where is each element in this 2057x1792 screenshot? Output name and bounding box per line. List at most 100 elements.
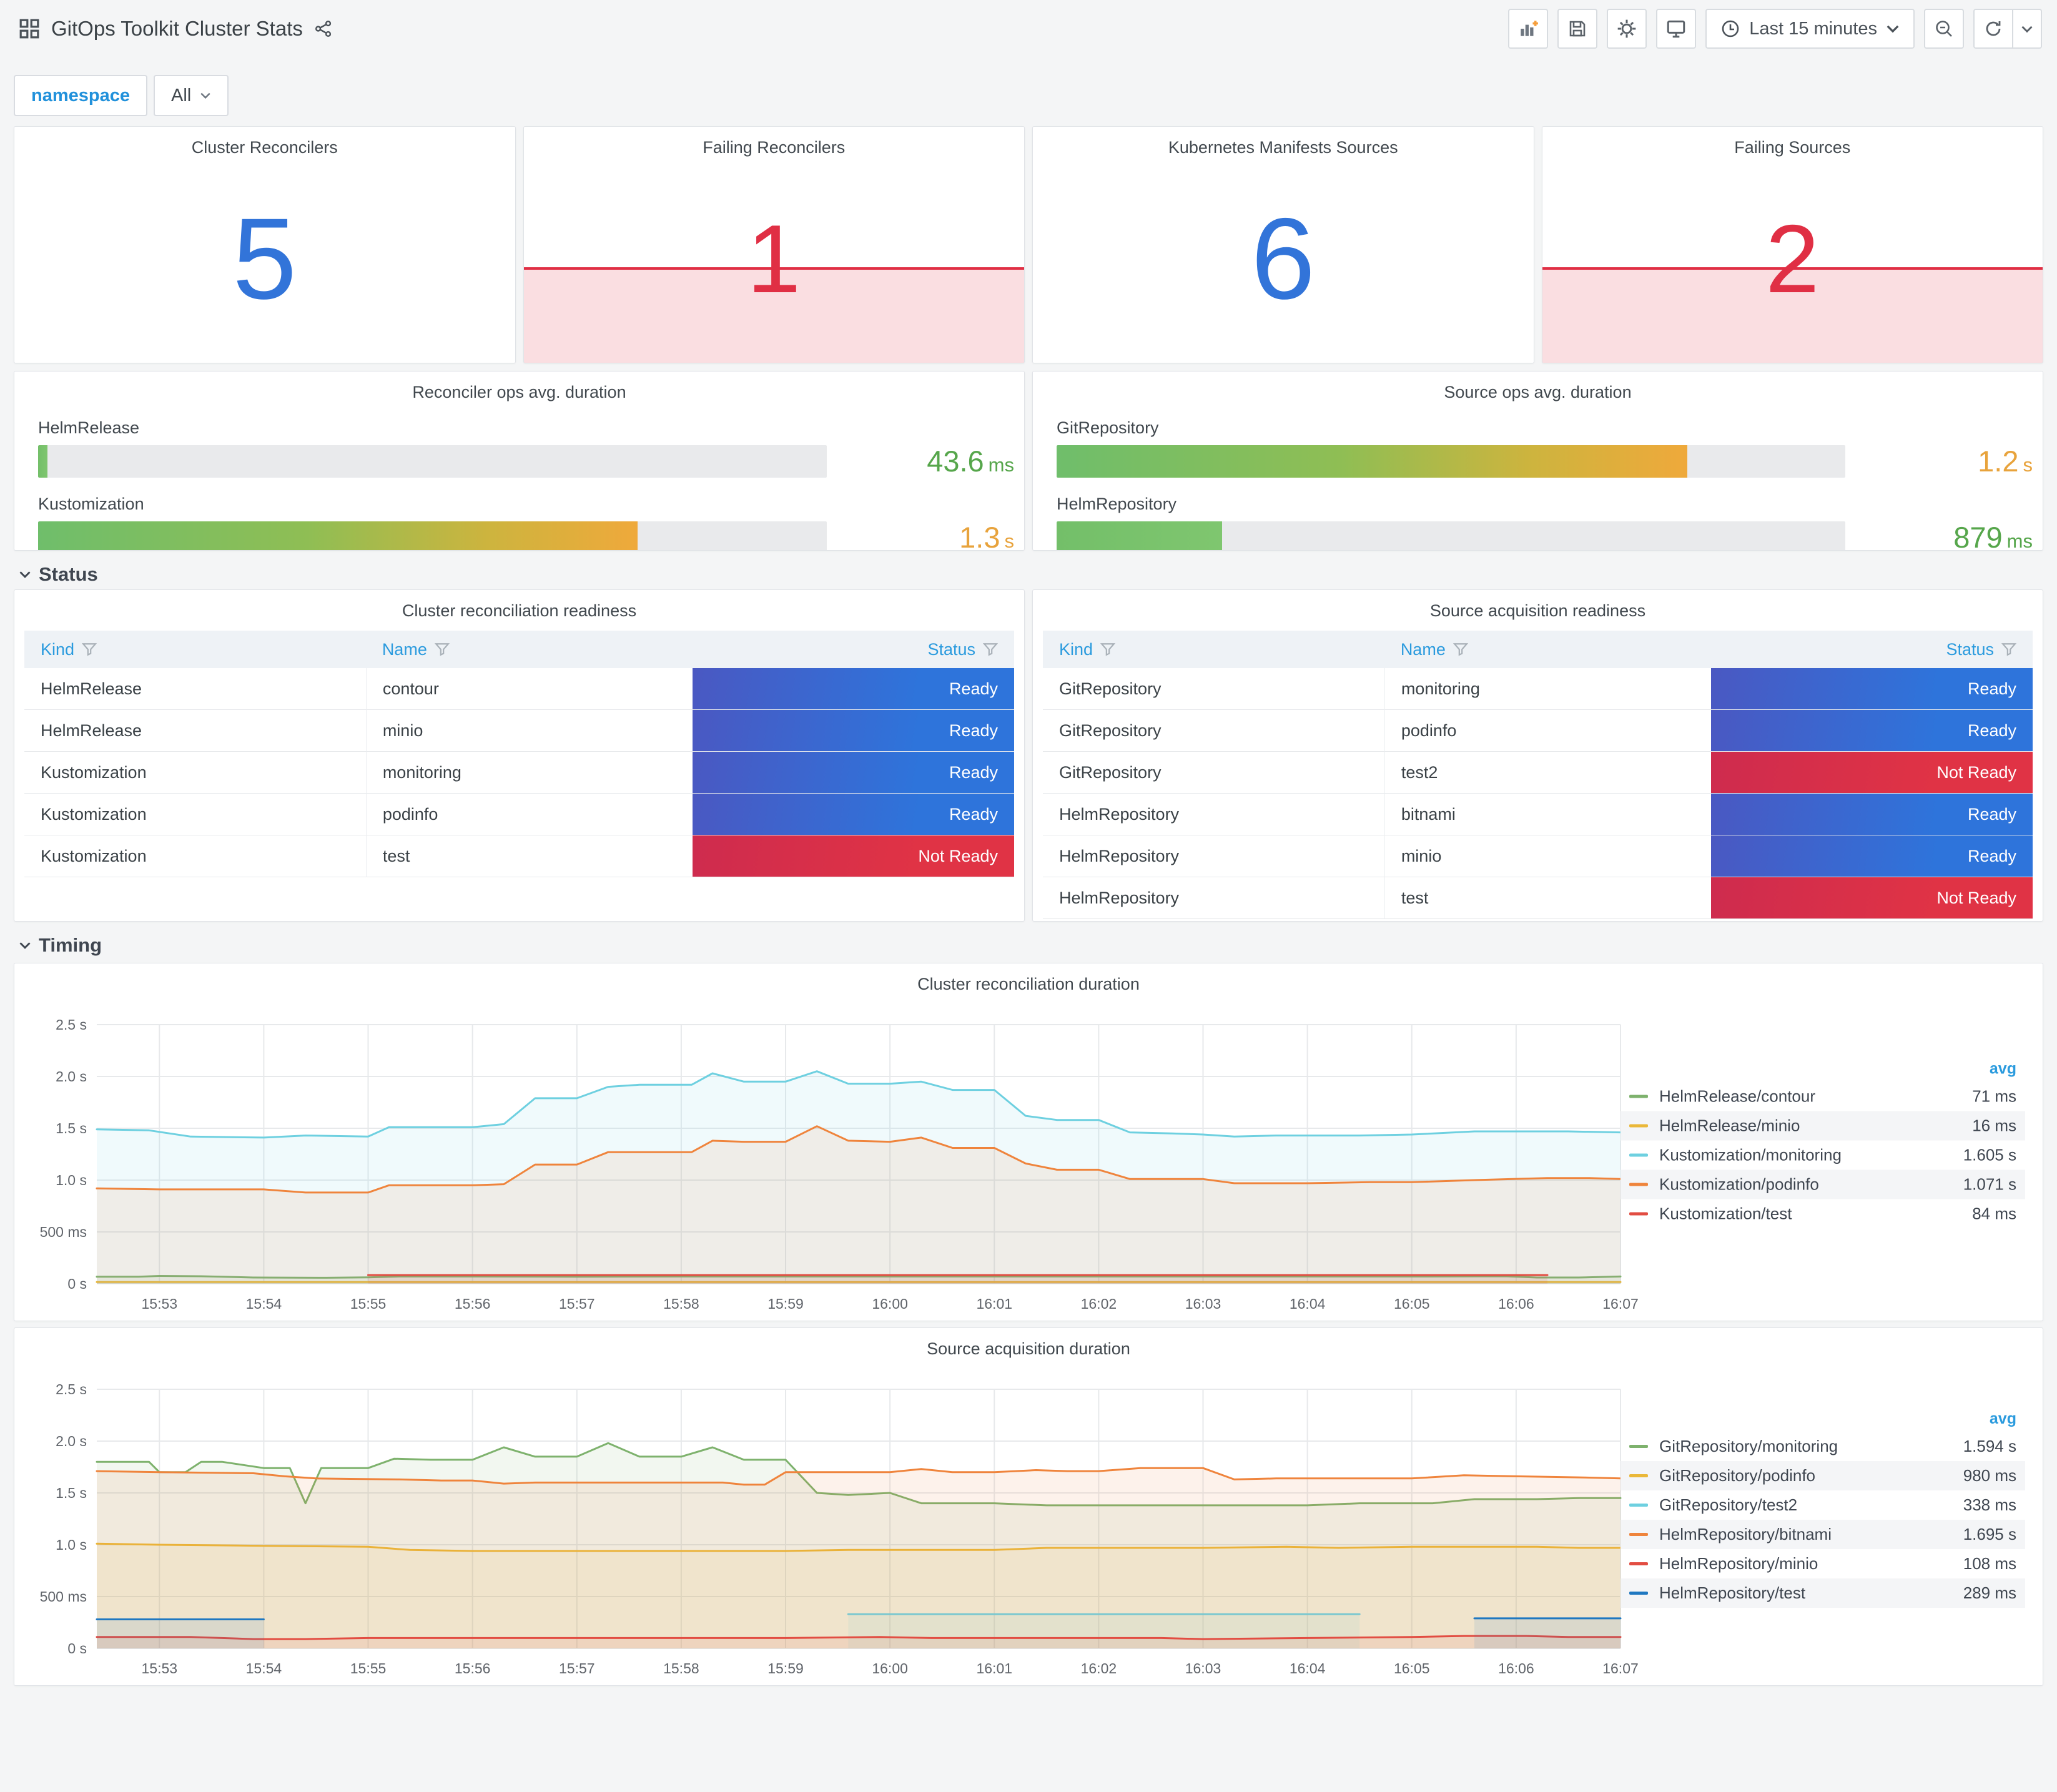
stat-panel-kubernetes-manifests-sources: Kubernetes Manifests Sources 6 — [1032, 126, 1534, 363]
legend-series-name[interactable]: Kustomization/test — [1659, 1204, 1972, 1224]
panel-title[interactable]: Source acquisition duration — [14, 1328, 2043, 1359]
svg-text:2.0 s: 2.0 s — [56, 1433, 87, 1449]
legend-series-avg: 108 ms — [1963, 1554, 2016, 1573]
legend-avg-header[interactable]: avg — [1620, 1056, 2025, 1082]
legend-series-color — [1629, 1562, 1648, 1565]
column-header-status[interactable]: Status — [1710, 631, 2033, 668]
gauge-row-kustomization: Kustomization 1.3 s — [38, 495, 1014, 550]
svg-text:15:56: 15:56 — [455, 1296, 491, 1312]
legend-series-color — [1629, 1212, 1648, 1216]
legend-item-helmrepository-bitnami[interactable]: HelmRepository/bitnami 1.695 s — [1620, 1520, 2025, 1549]
legend-series-avg: 71 ms — [1972, 1086, 2016, 1106]
svg-text:16:07: 16:07 — [1602, 1660, 1638, 1676]
svg-text:2.0 s: 2.0 s — [56, 1068, 87, 1085]
legend-item-kustomization-test[interactable]: Kustomization/test 84 ms — [1620, 1199, 2025, 1229]
svg-text:16:01: 16:01 — [976, 1660, 1012, 1676]
column-header-name[interactable]: Name — [1384, 631, 1711, 668]
column-header-name[interactable]: Name — [365, 631, 693, 668]
filter-funnel-icon[interactable] — [82, 642, 97, 657]
legend-item-gitrepository-monitoring[interactable]: GitRepository/monitoring 1.594 s — [1620, 1432, 2025, 1461]
panel-title[interactable]: Failing Reconcilers — [524, 127, 1025, 157]
panel-title[interactable]: Cluster reconciliation duration — [14, 963, 2043, 994]
cell-name: monitoring — [1384, 668, 1711, 710]
panel-title[interactable]: Source acquisition readiness — [1033, 590, 2043, 621]
gauge-panel-reconciler-ops-avg-duration: Reconciler ops avg. duration HelmRelease 4… — [14, 371, 1025, 551]
svg-text:500 ms: 500 ms — [40, 1588, 87, 1605]
legend-series-name[interactable]: GitRepository/monitoring — [1659, 1437, 1963, 1456]
chart-plot-area[interactable]: 0 s 500 ms 1.0 s 1.5 s 2.0 s 2.5 s 15:53 15:54 1… — [14, 963, 1638, 1321]
refresh-interval-button[interactable] — [2013, 9, 2042, 49]
cell-kind: HelmRepository — [1043, 877, 1384, 919]
gauge-label: HelmRelease — [38, 418, 140, 437]
legend-series-name[interactable]: HelmRepository/minio — [1659, 1554, 1963, 1573]
variable-namespace-label[interactable]: namespace — [14, 75, 147, 116]
cycle-view-button[interactable] — [1656, 9, 1697, 49]
gauge-fill — [38, 521, 638, 550]
section-status-label: Status — [39, 563, 98, 585]
column-header-kind[interactable]: Kind — [24, 631, 366, 668]
save-dashboard-button[interactable] — [1557, 9, 1598, 49]
svg-text:15:56: 15:56 — [455, 1660, 491, 1676]
legend-series-avg: 338 ms — [1963, 1495, 2016, 1514]
chevron-down-icon — [200, 92, 210, 99]
gauge-value: 879 ms — [1953, 521, 2033, 551]
legend-series-avg: 16 ms — [1972, 1116, 2016, 1135]
stats-row: Cluster Reconcilers 5 Failing Reconcilers 1… — [14, 126, 2043, 363]
legend-series-name[interactable]: GitRepository/test2 — [1659, 1495, 1963, 1515]
panel-title[interactable]: Kubernetes Manifests Sources — [1033, 127, 1534, 157]
cell-name: podinfo — [1384, 710, 1711, 752]
legend-item-gitrepository-podinfo[interactable]: GitRepository/podinfo 980 ms — [1620, 1461, 2025, 1490]
variable-namespace-value[interactable]: All — [154, 75, 229, 116]
stat-panel-failing-reconcilers: Failing Reconcilers 1 — [523, 126, 1025, 363]
filter-funnel-icon[interactable] — [1100, 642, 1116, 657]
legend-item-gitrepository-test2[interactable]: GitRepository/test2 338 ms — [1620, 1490, 2025, 1520]
cell-kind: GitRepository — [1043, 752, 1384, 794]
refresh-button[interactable] — [1973, 9, 2013, 49]
panel-title[interactable]: Reconciler ops avg. duration — [14, 372, 1024, 402]
panel-title[interactable]: Source ops avg. duration — [1033, 372, 2043, 402]
legend-series-avg: 1.071 s — [1963, 1174, 2016, 1194]
legend-series-name[interactable]: GitRepository/podinfo — [1659, 1466, 1963, 1485]
svg-text:16:05: 16:05 — [1394, 1660, 1430, 1676]
svg-text:1.0 s: 1.0 s — [56, 1537, 87, 1553]
chart-plot-area[interactable]: 0 s 500 ms 1.0 s 1.5 s 2.0 s 2.5 s 15:53 15:54 1… — [14, 1328, 1638, 1686]
panel-title[interactable]: Cluster Reconcilers — [14, 127, 515, 157]
section-timing[interactable]: Timing — [19, 934, 2043, 957]
filter-funnel-icon[interactable] — [982, 642, 998, 657]
column-header-status[interactable]: Status — [692, 631, 1014, 668]
panel-title[interactable]: Cluster reconciliation readiness — [14, 590, 1024, 621]
section-status[interactable]: Status — [19, 563, 2043, 586]
legend-series-name[interactable]: HelmRelease/contour — [1659, 1087, 1972, 1106]
filter-funnel-icon[interactable] — [434, 642, 450, 657]
chevron-down-icon — [19, 571, 31, 578]
share-icon[interactable] — [314, 19, 333, 38]
cell-name: bitnami — [1384, 794, 1711, 835]
cell-status: Ready — [1710, 835, 2033, 877]
panel-title[interactable]: Failing Sources — [1542, 127, 2043, 157]
filter-funnel-icon[interactable] — [2001, 642, 2016, 657]
legend-series-name[interactable]: HelmRelease/minio — [1659, 1116, 1972, 1136]
svg-text:16:02: 16:02 — [1081, 1660, 1117, 1676]
legend-item-helmrepository-minio[interactable]: HelmRepository/minio 108 ms — [1620, 1549, 2025, 1578]
dashboard-settings-button[interactable] — [1607, 9, 1647, 49]
filter-funnel-icon[interactable] — [1453, 642, 1468, 657]
svg-text:16:03: 16:03 — [1185, 1296, 1221, 1312]
legend-item-helmrepository-test[interactable]: HelmRepository/test 289 ms — [1620, 1578, 2025, 1608]
cell-kind: HelmRelease — [24, 710, 366, 752]
legend-series-name[interactable]: Kustomization/podinfo — [1659, 1175, 1963, 1194]
column-header-kind[interactable]: Kind — [1043, 631, 1384, 668]
legend-series-name[interactable]: HelmRepository/bitnami — [1659, 1525, 1963, 1544]
legend-item-helmrelease-minio[interactable]: HelmRelease/minio 16 ms — [1620, 1111, 2025, 1141]
cell-status: Ready — [692, 668, 1014, 710]
time-range-picker[interactable]: Last 15 minutes — [1705, 9, 1915, 49]
legend-item-kustomization-podinfo[interactable]: Kustomization/podinfo 1.071 s — [1620, 1169, 2025, 1199]
legend-item-kustomization-monitoring[interactable]: Kustomization/monitoring 1.605 s — [1620, 1141, 2025, 1170]
add-panel-button[interactable] — [1508, 9, 1549, 49]
svg-text:1.5 s: 1.5 s — [56, 1485, 87, 1501]
legend-item-helmrelease-contour[interactable]: HelmRelease/contour 71 ms — [1620, 1082, 2025, 1111]
legend-series-name[interactable]: Kustomization/monitoring — [1659, 1146, 1963, 1165]
legend-avg-header[interactable]: avg — [1620, 1406, 2025, 1432]
legend-series-name[interactable]: HelmRepository/test — [1659, 1583, 1963, 1603]
zoom-out-button[interactable] — [1924, 9, 1964, 49]
apps-grid-icon[interactable] — [19, 18, 40, 39]
